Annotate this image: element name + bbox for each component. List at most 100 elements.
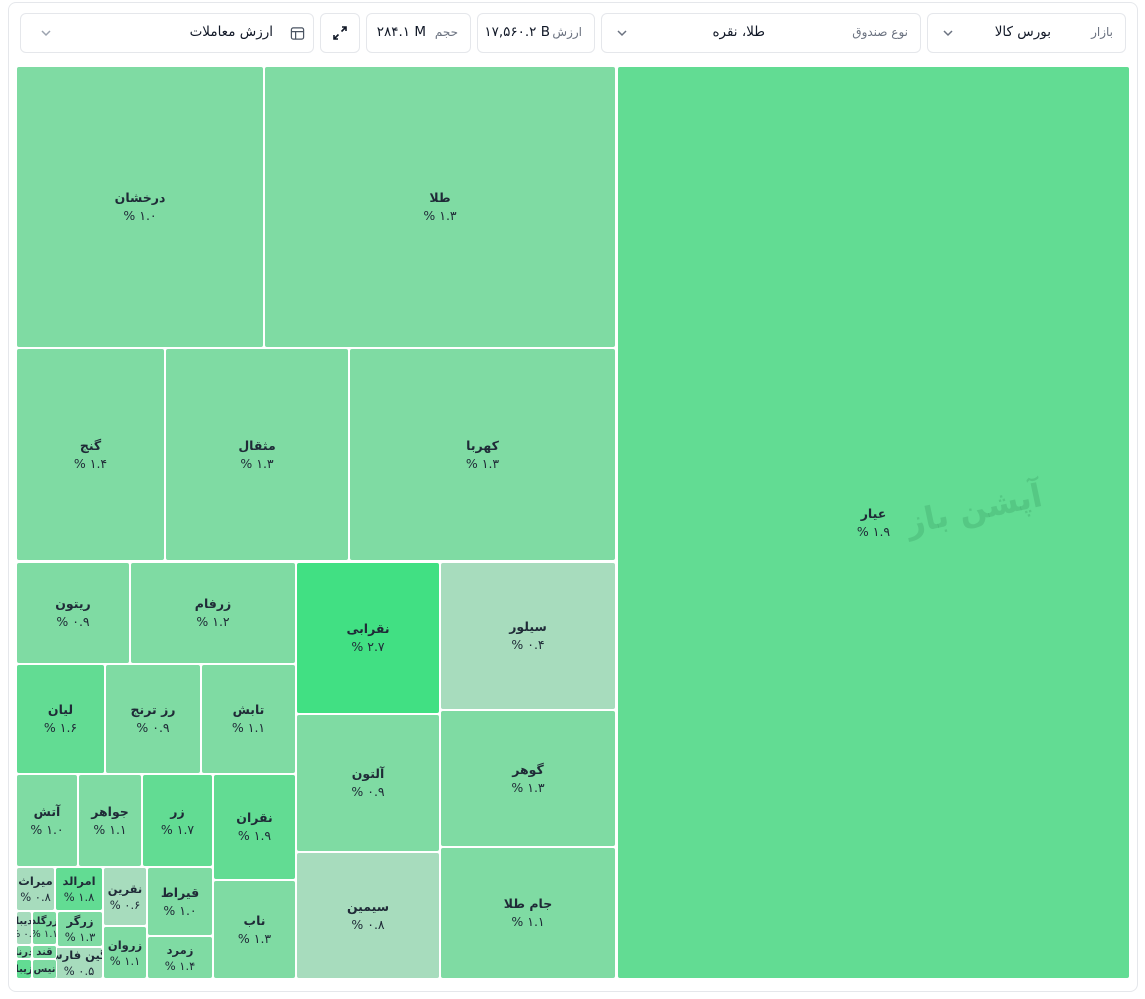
market-select[interactable]: بازار بورس کالا [927,13,1126,53]
tile-change-percent: ۱.۳ % [64,930,96,944]
value-stat-label: ارزش [552,25,582,39]
tile-name: نیس [33,963,56,975]
tile-change-percent: ۰.۵ % [63,964,95,978]
tile-change-percent: ۱.۰ % [30,821,64,837]
treemap-tile[interactable]: قیراط ۱.۰ % [147,867,213,936]
tile-name: نقرین [107,881,143,896]
treemap-tile[interactable]: زرگلد ۱.۱ % [32,911,57,945]
treemap-tile[interactable]: ریتون ۰.۹ % [16,562,130,664]
tile-name: آلتون [351,766,385,781]
tile-name: دیبا [16,916,32,927]
tile-name: رز ترنج [130,702,176,717]
fund-type-select[interactable]: نوع صندوق طلا، نقره [601,13,921,53]
treemap-tile[interactable]: درخشان ۱.۰ % [16,66,264,348]
fullscreen-button[interactable] [320,13,360,53]
treemap-tile[interactable]: مثقال ۱.۳ % [165,348,349,561]
treemap-tile[interactable]: قند [32,945,57,959]
treemap-tile[interactable]: سیلور ۰.۴ % [440,562,616,710]
treemap-tile[interactable]: جام طلا ۱.۱ % [440,847,616,979]
fund-type-label: نوع صندوق [852,25,908,39]
tile-name: کهربا [466,437,499,453]
tile-change-percent: ۱.۱ % [93,821,127,837]
fund-type-value: طلا، نقره [712,24,765,40]
tile-name: زرفام [194,596,232,611]
tile-name: سیمین [346,898,390,914]
tile-name: درنا [17,946,31,958]
treemap-tile[interactable]: گنج ۱.۴ % [16,348,165,561]
treemap-tile[interactable]: نیس [32,959,57,979]
treemap-tile[interactable]: ناب ۱.۳ % [213,880,296,979]
tile-name: نگین فارس [56,948,102,962]
treemap-tile[interactable]: آلتون ۰.۹ % [296,714,440,852]
treemap-tile[interactable]: عیار ۱.۹ % [617,66,1130,979]
tile-change-percent: ۰.۸ % [20,890,51,904]
tile-change-percent: ۱.۷ % [160,821,195,837]
treemap-tile[interactable]: زروان ۱.۱ % [103,926,147,979]
tile-change-percent: ۱.۳ % [465,455,500,471]
treemap-tile[interactable]: زرفام ۱.۲ % [130,562,296,664]
tile-change-percent: ۱.۹ % [237,828,272,843]
treemap-tile[interactable]: نقران ۱.۹ % [213,774,296,880]
tile-change-percent: ۱.۴ % [73,455,108,471]
treemap: عیار ۱.۹ % طلا ۱.۳ % درخشان ۱.۰ % کهربا ۱.۳ % مث… [0,0,1145,999]
market-label: بازار [1091,25,1113,39]
treemap-tile[interactable]: نقرین ۰.۶ % [103,867,147,926]
tile-change-percent: ۱.۱ % [231,720,266,735]
tile-name: نقرابی [346,621,390,636]
tile-change-percent: ۰.۸ % [351,916,385,932]
treemap-tile[interactable]: میراث ۰.۸ % [16,867,55,911]
tile-name: ناب [243,912,266,928]
treemap-tile[interactable]: رز ترنج ۰.۹ % [105,664,201,774]
tile-change-percent: ۰.۶ % [109,897,141,912]
treemap-tile[interactable]: لیان ۱.۶ % [16,664,105,774]
treemap-tile[interactable]: دیبا ۰.۷ % [16,911,32,945]
tile-name: سیلور [509,619,547,634]
tile-name: زرگر [66,914,94,928]
value-stat: ارزش ۱۷,۵۶۰.۲ B [477,13,595,53]
tile-change-percent: ۱.۶ % [43,720,78,735]
treemap-tile[interactable]: نگین فارس ۰.۵ % [55,947,103,979]
tile-change-percent: ۱.۹ % [856,523,891,539]
expand-icon [333,26,347,40]
treemap-tile[interactable]: جواهر ۱.۱ % [78,774,142,867]
tile-change-percent: ۱.۱ % [109,953,141,968]
value-stat-value: ۱۷,۵۶۰.۲ B [484,24,550,40]
tile-name: زیبا [16,963,32,975]
tile-name: درخشان [114,190,166,205]
tile-change-percent: ۱.۴ % [164,958,196,973]
tile-change-percent: ۱.۳ % [240,455,274,471]
treemap-tile[interactable]: طلا ۱.۳ % [264,66,616,348]
tile-name: قند [36,946,53,958]
chevron-down-icon [943,30,953,37]
treemap-tile[interactable]: سیمین ۰.۸ % [296,852,440,979]
treemap-tile[interactable]: زرگر ۱.۳ % [57,911,103,947]
treemap-tile[interactable]: نقرابی ۲.۷ % [296,562,440,714]
treemap-tile[interactable]: زیبا [16,959,32,979]
market-value: بورس کالا [994,24,1051,40]
tile-change-percent: ۰.۴ % [511,637,545,652]
tile-change-percent: ۱.۱ % [32,929,57,940]
treemap-tile[interactable]: کهربا ۱.۳ % [349,348,616,561]
tile-change-percent: ۱.۳ % [511,779,545,795]
treemap-tile[interactable]: امرالد ۱.۸ % [55,867,103,911]
treemap-tile[interactable]: درنا [16,945,32,959]
tile-name: زر [170,803,185,819]
treemap-tile[interactable]: گوهر ۱.۳ % [440,710,616,847]
treemap-tile[interactable]: آتش ۱.۰ % [16,774,78,867]
tile-change-percent: ۰.۷ % [17,929,32,940]
tile-name: زروان [107,937,143,952]
tile-name: لیان [47,702,74,717]
tile-change-percent: ۱.۰ % [163,902,197,918]
treemap-tile[interactable]: زمرد ۱.۴ % [147,936,213,979]
tile-name: میراث [18,874,53,888]
treemap-tile[interactable]: زر ۱.۷ % [142,774,213,867]
tile-name: زرگلد [32,916,57,927]
treemap-tile[interactable]: تابش ۱.۱ % [201,664,296,774]
tile-name: آتش [33,803,61,819]
tile-name: جواهر [91,803,129,819]
tile-change-percent: ۱.۳ % [237,930,272,946]
volume-stat: حجم ۲۸۴.۱ M [366,13,471,53]
metric-select[interactable]: ارزش معاملات [20,13,314,53]
tile-name: ریتون [55,596,91,611]
tile-name: جام طلا [503,896,553,911]
